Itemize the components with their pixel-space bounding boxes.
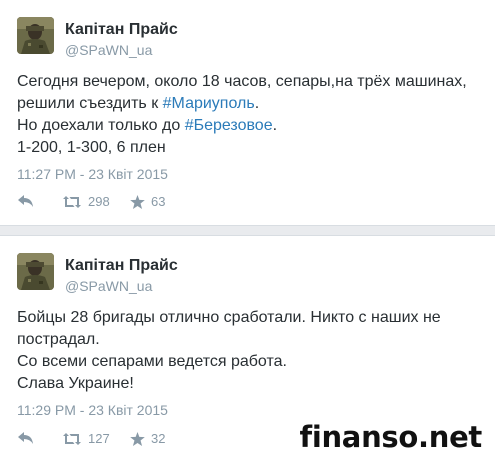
avatar[interactable] bbox=[17, 17, 54, 54]
text-segment: . bbox=[272, 117, 278, 134]
favorite-count: 63 bbox=[151, 194, 166, 209]
favorite-star-icon bbox=[130, 431, 145, 446]
tweet-card: Капітан Прайс @SPaWN_ua Сегодня вечером,… bbox=[0, 0, 495, 226]
tweet-text-line: Но доехали только до #Березовое. bbox=[17, 115, 481, 137]
tweet-text-line: Бойцы 28 бригады отлично сработали. Никт… bbox=[17, 309, 441, 326]
reply-icon bbox=[18, 195, 33, 207]
tweet-text-line: Слава Украине! bbox=[17, 375, 134, 392]
tweet-text-line: Сегодня вечером, около 18 часов, сепары,… bbox=[17, 73, 467, 90]
text-segment: . bbox=[254, 95, 260, 112]
favorite-star-icon bbox=[130, 194, 145, 209]
watermark: finanso.net bbox=[299, 420, 483, 454]
retweet-button[interactable]: 127 bbox=[62, 431, 110, 446]
avatar[interactable] bbox=[17, 253, 54, 290]
tweet-text-line: решили съездить к #Мариуполь. bbox=[17, 93, 481, 115]
tweet-text: Бойцы 28 бригады отлично сработали. Никт… bbox=[17, 307, 481, 395]
retweet-count: 298 bbox=[88, 194, 110, 209]
author-name[interactable]: Капітан Прайс bbox=[65, 21, 178, 39]
retweet-icon bbox=[63, 195, 81, 208]
reply-button[interactable] bbox=[17, 194, 35, 208]
favorite-button[interactable]: 63 bbox=[130, 194, 165, 209]
timestamp[interactable]: 11:29 PM - 23 Квіт 2015 bbox=[17, 402, 168, 418]
text-segment: Но доехали только до bbox=[17, 117, 185, 134]
text-segment: решили съездить к bbox=[17, 95, 163, 112]
retweet-count: 127 bbox=[88, 431, 110, 446]
retweet-icon bbox=[63, 432, 81, 445]
author-handle[interactable]: @SPaWN_ua bbox=[65, 278, 152, 294]
favorite-button[interactable]: 32 bbox=[130, 431, 165, 446]
tweet-text: Сегодня вечером, около 18 часов, сепары,… bbox=[17, 71, 481, 159]
reply-icon bbox=[18, 432, 33, 444]
timestamp[interactable]: 11:27 PM - 23 Квіт 2015 bbox=[17, 166, 168, 182]
retweet-button[interactable]: 298 bbox=[62, 194, 110, 209]
favorite-count: 32 bbox=[151, 431, 166, 446]
author-handle[interactable]: @SPaWN_ua bbox=[65, 42, 152, 58]
hashtag-link[interactable]: #Мариуполь bbox=[163, 95, 255, 112]
hashtag-link[interactable]: #Березовое bbox=[185, 117, 273, 134]
author-name[interactable]: Капітан Прайс bbox=[65, 257, 178, 275]
tweet-text-line: пострадал. bbox=[17, 331, 100, 348]
tweet-text-line: Со всеми сепарами ведется работа. bbox=[17, 353, 287, 370]
tweet-text-line: 1-200, 1-300, 6 плен bbox=[17, 139, 166, 156]
reply-button[interactable] bbox=[17, 431, 35, 445]
